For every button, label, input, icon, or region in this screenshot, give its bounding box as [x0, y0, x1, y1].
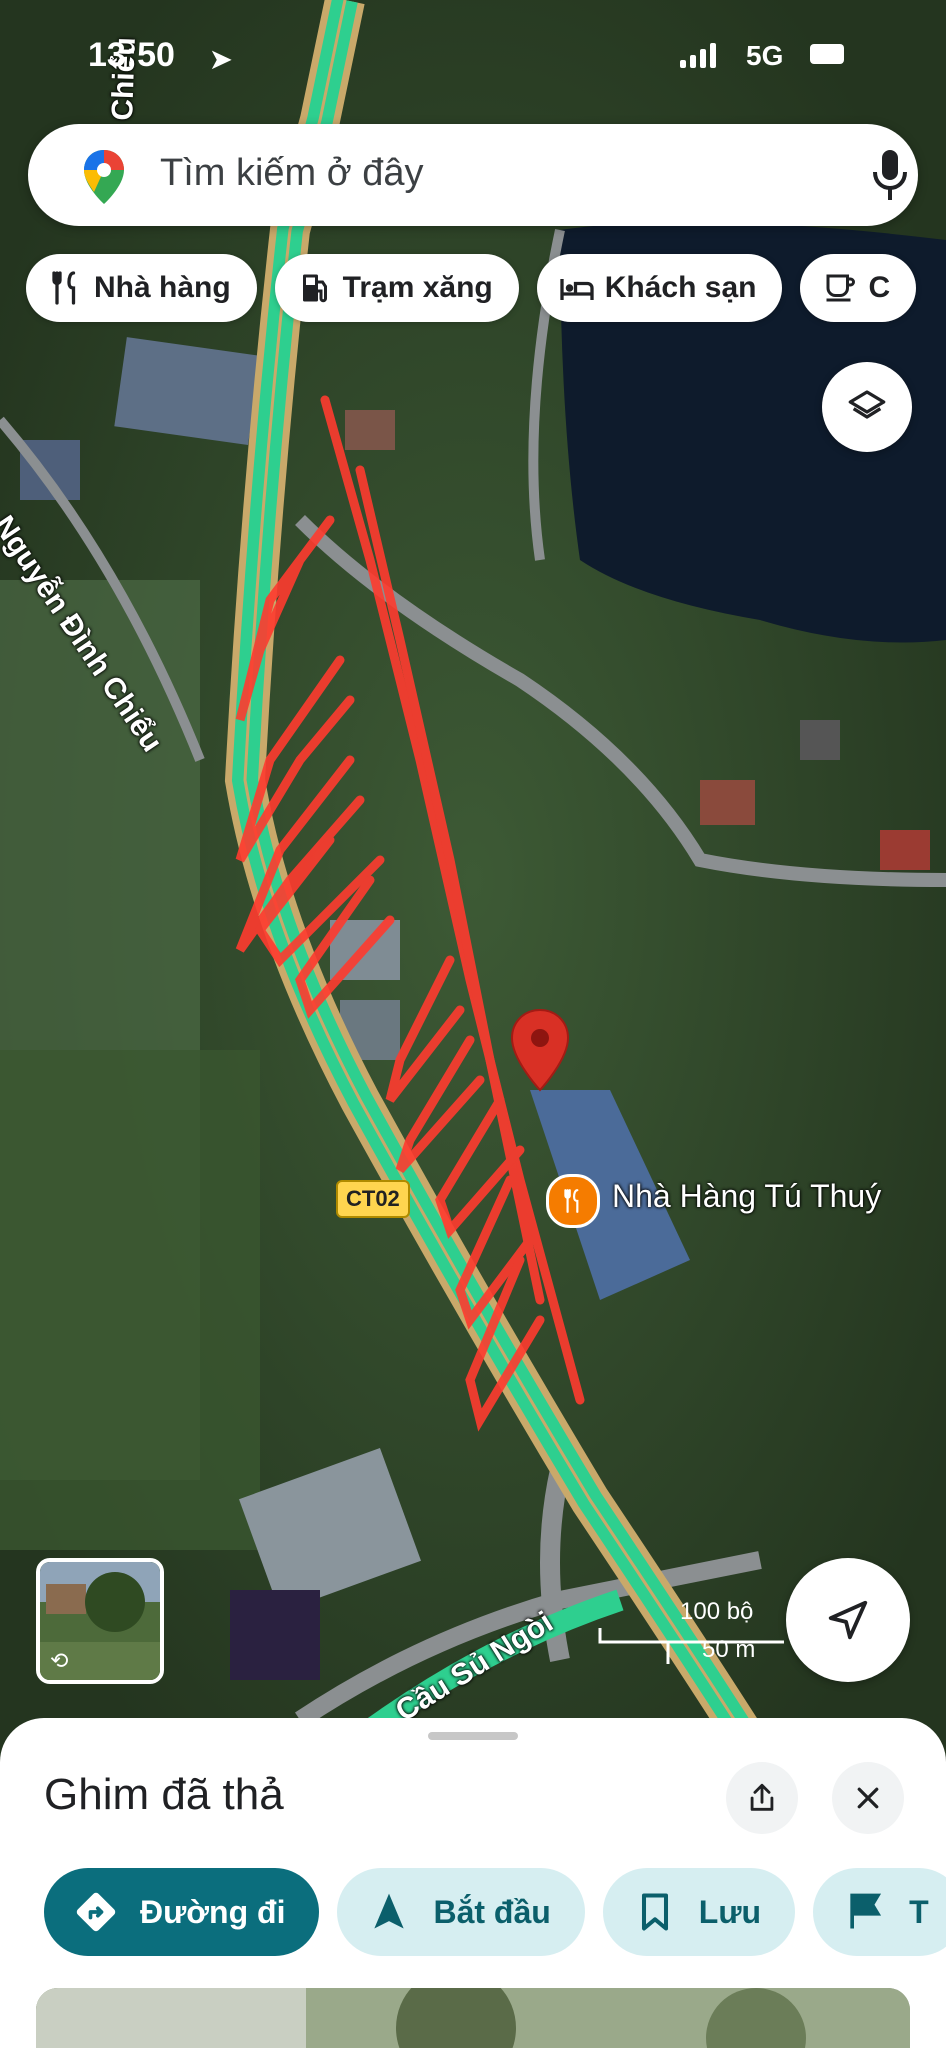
layers-button[interactable] [822, 362, 912, 452]
network-type: 5G [746, 40, 784, 71]
close-icon [857, 1787, 879, 1809]
bookmark-icon [641, 1893, 668, 1931]
location-arrow-icon: ➤ [210, 44, 232, 74]
microphone-icon[interactable] [870, 148, 910, 202]
status-bar: 13:50 ➤ 5G [0, 30, 946, 80]
chip-gas-stations[interactable]: Trạm xăng [274, 254, 519, 322]
label-button[interactable]: T [813, 1868, 946, 1956]
chip-label: Trạm xăng [342, 271, 493, 304]
close-button[interactable] [832, 1762, 904, 1834]
poi-label[interactable]: Nhà Hàng Tú Thuý [612, 1178, 881, 1215]
sheet-title: Ghim đã thả [44, 1770, 284, 1819]
directions-button[interactable]: Đường đi [44, 1868, 320, 1956]
street-view-thumbnail[interactable]: ⟲ [36, 1558, 164, 1684]
chip-coffee[interactable]: C [800, 254, 917, 322]
action-buttons: Đường đi Bắt đầu Lưu T [44, 1868, 946, 1956]
gas-station-icon [302, 274, 327, 303]
flag-icon [850, 1893, 882, 1929]
hotel-icon [560, 279, 594, 300]
search-bar[interactable]: Tìm kiếm ở đây [28, 124, 918, 226]
save-button[interactable]: Lưu [602, 1868, 796, 1956]
navigation-arrow-icon [828, 1600, 868, 1640]
directions-label: Đường đi [140, 1893, 286, 1930]
share-button[interactable] [726, 1762, 798, 1834]
directions-icon [76, 1892, 116, 1932]
my-location-button[interactable] [786, 1558, 910, 1682]
chip-restaurants[interactable]: Nhà hàng [26, 254, 257, 322]
share-icon [750, 1783, 774, 1811]
label-label: T [909, 1893, 929, 1930]
status-time: 13:50 [88, 36, 175, 74]
category-chips: Nhà hàng Trạm xăng Khách sạn C [26, 254, 917, 322]
start-label: Bắt đầu [433, 1893, 551, 1930]
chip-label: Nhà hàng [94, 271, 231, 304]
scale-bar [598, 1628, 784, 1664]
layers-icon [848, 390, 886, 419]
battery-icon [810, 44, 844, 64]
restaurant-icon [52, 271, 76, 305]
place-photo [36, 1988, 910, 2048]
chip-label: Khách sạn [604, 271, 757, 304]
chip-label: C [868, 271, 891, 304]
signal-icon [680, 42, 716, 68]
scale-feet: 100 bộ [680, 1598, 754, 1625]
rotate-360-icon: ⟲ [50, 1648, 69, 1673]
navigation-icon [374, 1893, 405, 1929]
chip-hotels[interactable]: Khách sạn [536, 254, 783, 322]
start-button[interactable]: Bắt đầu [337, 1868, 585, 1956]
save-label: Lưu [698, 1893, 762, 1930]
restaurant-icon[interactable] [546, 1174, 600, 1228]
coffee-icon [826, 274, 856, 302]
drag-handle[interactable] [428, 1732, 518, 1740]
search-input[interactable]: Tìm kiếm ở đây [160, 152, 424, 195]
dropped-pin-marker[interactable] [510, 1008, 570, 1092]
google-maps-pin-icon [84, 150, 124, 204]
place-bottom-sheet[interactable]: Ghim đã thả Đường đi Bắt đầu Lưu T [0, 1718, 946, 2048]
road-badge-ct02: CT02 [336, 1180, 410, 1218]
place-photos[interactable] [36, 1988, 910, 2048]
